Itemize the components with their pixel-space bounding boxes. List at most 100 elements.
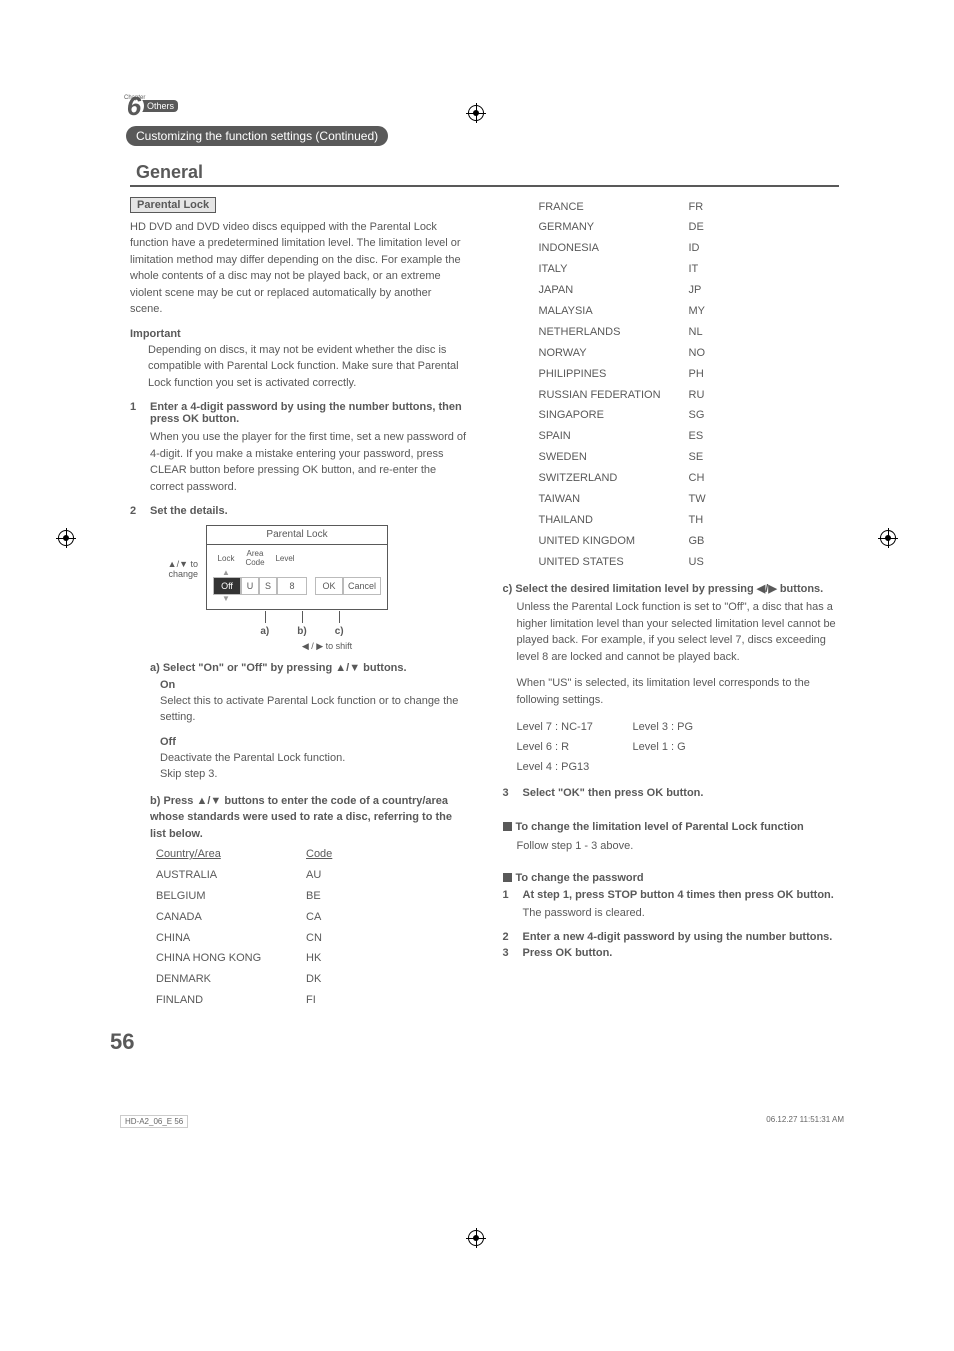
off-text-1: Deactivate the Parental Lock function. bbox=[160, 750, 467, 767]
diagram-left-note: ▲/▼ to change bbox=[140, 525, 206, 579]
country-name: BELGIUM bbox=[156, 886, 306, 907]
page-content: Chapter 6 Others Customizing the functio… bbox=[0, 0, 954, 1095]
country-row: RUSSIAN FEDERATIONRU bbox=[539, 385, 840, 406]
country-row: BELGIUMBE bbox=[156, 886, 467, 907]
step-1-body: When you use the player for the first ti… bbox=[130, 429, 467, 495]
country-row: JAPANJP bbox=[539, 280, 840, 301]
off-text-2: Skip step 3. bbox=[160, 766, 467, 783]
country-table-right: FRANCEFRGERMANYDEINDONESIAIDITALYITJAPAN… bbox=[503, 197, 840, 573]
country-name: JAPAN bbox=[539, 280, 689, 301]
osd-head-lock: Lock bbox=[213, 554, 239, 565]
country-code: HK bbox=[306, 948, 346, 969]
country-row: AUSTRALIAAU bbox=[156, 865, 467, 886]
country-row: THAILANDTH bbox=[539, 510, 840, 531]
country-row: DENMARKDK bbox=[156, 969, 467, 990]
osd-value-row: Off U S 8 OK Cancel bbox=[213, 577, 381, 595]
pw-step-1-body: The password is cleared. bbox=[503, 905, 840, 922]
important-text: Depending on discs, it may not be eviden… bbox=[130, 342, 467, 392]
pw-step-1-title: At step 1, press STOP button 4 times the… bbox=[523, 889, 840, 901]
country-row: SPAINES bbox=[539, 426, 840, 447]
country-name: TAIWAN bbox=[539, 489, 689, 510]
change-level-body: Follow step 1 - 3 above. bbox=[503, 838, 840, 855]
osd-header-row: Lock Area Code Level bbox=[213, 549, 381, 569]
country-row: FRANCEFR bbox=[539, 197, 840, 218]
osd-val-cancel: Cancel bbox=[343, 577, 381, 595]
osd-callouts: a) b) c) bbox=[206, 626, 388, 637]
country-code: BE bbox=[306, 886, 346, 907]
option-c-head: c) Select the desired limitation level b… bbox=[503, 581, 840, 598]
osd-val-s: S bbox=[259, 577, 277, 595]
option-c-body-2: When "US" is selected, its limitation le… bbox=[503, 675, 840, 708]
country-code: NL bbox=[689, 322, 729, 343]
country-row: FINLANDFI bbox=[156, 990, 467, 1011]
country-code: DE bbox=[689, 217, 729, 238]
step-1-title: Enter a 4-digit password by using the nu… bbox=[150, 401, 467, 425]
country-code: FI bbox=[306, 990, 346, 1011]
level-7: Level 7 : NC-17 bbox=[517, 718, 633, 738]
osd-diagram: ▲/▼ to change Parental Lock Lock Area Co… bbox=[140, 525, 467, 652]
osd-head-level: Level bbox=[271, 554, 299, 565]
country-col-header: Country/Area bbox=[156, 844, 306, 865]
country-row: NETHERLANDSNL bbox=[539, 322, 840, 343]
step-2-title: Set the details. bbox=[150, 505, 467, 517]
step-1-number: 1 bbox=[130, 401, 150, 425]
code-col-header: Code bbox=[306, 844, 346, 865]
on-text: Select this to activate Parental Lock fu… bbox=[160, 693, 467, 726]
country-name: THAILAND bbox=[539, 510, 689, 531]
country-row: UNITED STATESUS bbox=[539, 552, 840, 573]
osd-head-area: Area Code bbox=[239, 549, 271, 569]
osd-title: Parental Lock bbox=[207, 526, 387, 545]
continued-banner: Customizing the function settings (Conti… bbox=[126, 126, 388, 146]
section-title: General bbox=[130, 160, 839, 187]
osd-val-ok: OK bbox=[315, 577, 343, 595]
right-column: FRANCEFRGERMANYDEINDONESIAIDITALYITJAPAN… bbox=[503, 197, 840, 1012]
country-table-left: Country/Area Code AUSTRALIAAUBELGIUMBECA… bbox=[130, 844, 467, 1011]
country-code: TH bbox=[689, 510, 729, 531]
country-name: DENMARK bbox=[156, 969, 306, 990]
footer-left: HD-A2_06_E 56 bbox=[120, 1115, 188, 1128]
country-row: INDONESIAID bbox=[539, 238, 840, 259]
change-level-head: To change the limitation level of Parent… bbox=[503, 819, 840, 836]
country-code: JP bbox=[689, 280, 729, 301]
level-4: Level 4 : PG13 bbox=[517, 758, 633, 778]
pw-step-3-title: Press OK button. bbox=[523, 947, 840, 959]
footer-right: 06.12.27 11:51:31 AM bbox=[766, 1115, 844, 1128]
country-row: SWEDENSE bbox=[539, 447, 840, 468]
page-number: 56 bbox=[110, 1029, 839, 1055]
registration-mark-bottom bbox=[468, 1230, 484, 1246]
step-3: 3 Select "OK" then press OK button. bbox=[503, 787, 840, 799]
country-code: DK bbox=[306, 969, 346, 990]
levels-list: Level 7 : NC-17Level 3 : PG Level 6 : RL… bbox=[503, 718, 840, 777]
step-2-number: 2 bbox=[130, 505, 150, 517]
step-3-number: 3 bbox=[503, 787, 523, 799]
osd-shift-note: ◀ / ▶ to shift bbox=[206, 641, 388, 652]
on-head: On bbox=[160, 679, 467, 691]
country-row: ITALYIT bbox=[539, 259, 840, 280]
country-name: ITALY bbox=[539, 259, 689, 280]
country-code: TW bbox=[689, 489, 729, 510]
country-row: CHINA HONG KONGHK bbox=[156, 948, 467, 969]
country-code: ES bbox=[689, 426, 729, 447]
level-1: Level 1 : G bbox=[633, 738, 686, 758]
pw-step-2: 2 Enter a new 4-digit password by using … bbox=[503, 931, 840, 943]
country-row: SINGAPORESG bbox=[539, 405, 840, 426]
pw-step-3: 3 Press OK button. bbox=[503, 947, 840, 959]
country-name: FRANCE bbox=[539, 197, 689, 218]
chapter-tag: Chapter 6 Others bbox=[130, 100, 178, 112]
country-row: GERMANYDE bbox=[539, 217, 840, 238]
pw-step-3-number: 3 bbox=[503, 947, 523, 959]
country-row: MALAYSIAMY bbox=[539, 301, 840, 322]
country-row: PHILIPPINESPH bbox=[539, 364, 840, 385]
country-row: CHINACN bbox=[156, 928, 467, 949]
option-a-body: On Select this to activate Parental Lock… bbox=[130, 679, 467, 783]
pw-step-1: 1 At step 1, press STOP button 4 times t… bbox=[503, 889, 840, 901]
country-code: RU bbox=[689, 385, 729, 406]
country-rows-right: FRANCEFRGERMANYDEINDONESIAIDITALYITJAPAN… bbox=[539, 197, 840, 573]
level-3: Level 3 : PG bbox=[633, 718, 694, 738]
chapter-tag-row: Chapter 6 Others bbox=[130, 100, 839, 118]
intro-paragraph: HD DVD and DVD video discs equipped with… bbox=[130, 219, 467, 318]
country-code: CN bbox=[306, 928, 346, 949]
country-code: ID bbox=[689, 238, 729, 259]
country-name: SPAIN bbox=[539, 426, 689, 447]
osd-callout-b: b) bbox=[297, 626, 306, 637]
